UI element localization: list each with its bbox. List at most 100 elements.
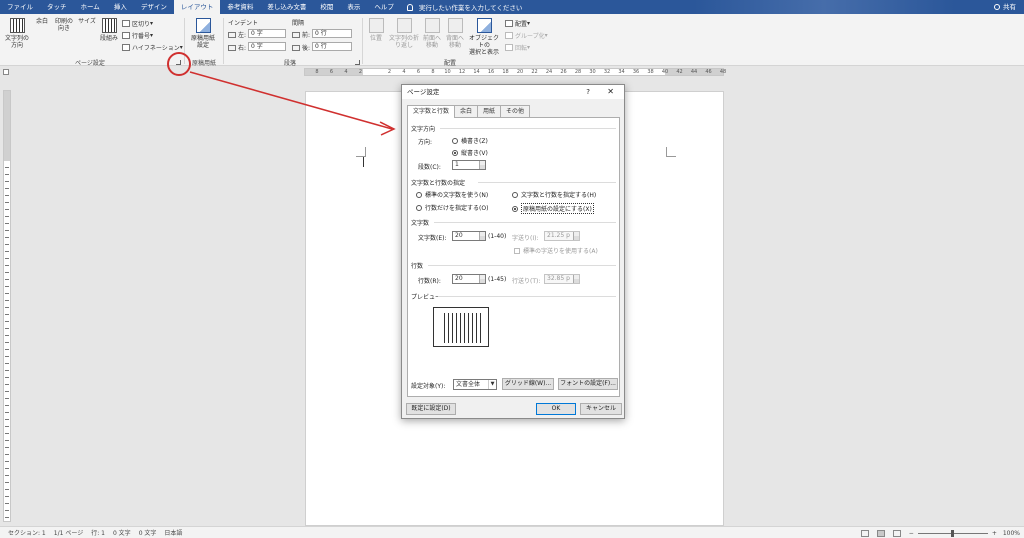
zoom-level[interactable]: 100% [1003, 530, 1020, 537]
align-button[interactable]: 配置 ▾ [505, 19, 530, 28]
position-button[interactable]: 位置 [366, 18, 386, 42]
line-numbers-button[interactable]: 行番号 ▾ [122, 31, 153, 40]
tab-other[interactable]: その他 [500, 105, 531, 117]
wrap-text-label: 文字列の折 り返し [388, 35, 419, 49]
radio-grid-standard[interactable]: 標準の文字数を使う(N) [416, 190, 488, 199]
group-button[interactable]: グループ化 ▾ [505, 31, 548, 40]
tab-insert[interactable]: 挿入 [107, 0, 134, 14]
char-pitch-input[interactable]: 21.25 p [544, 231, 580, 241]
tab-view[interactable]: 表示 [340, 0, 367, 14]
rotate-dropdown-icon: ▾ [527, 44, 531, 51]
set-default-button[interactable]: 既定に設定(D) [406, 403, 456, 415]
radio-grid-genko[interactable]: 原稿用紙の設定にする(X) [512, 203, 594, 214]
tab-touch[interactable]: タッチ [40, 0, 74, 14]
zoom-slider-knob[interactable] [950, 529, 954, 537]
status-chars-2[interactable]: 0 文字 [139, 528, 157, 537]
tab-review[interactable]: 校閲 [313, 0, 340, 14]
tab-file[interactable]: ファイル [0, 0, 40, 14]
spacing-before-input[interactable]: 0 行 [312, 29, 352, 38]
tab-layout[interactable]: レイアウト [173, 0, 221, 14]
status-line[interactable]: 行: 1 [91, 528, 105, 537]
radio-dot [512, 205, 518, 212]
tab-selector-icon[interactable] [3, 69, 9, 75]
tab-chars-lines[interactable]: 文字数と行数 [407, 105, 456, 118]
status-section[interactable]: セクション: 1 [8, 528, 46, 537]
apply-to-select[interactable]: 文書全体 ▼ [453, 379, 497, 390]
spinner-icon[interactable] [479, 232, 485, 240]
ruler-number: 12 [458, 69, 466, 75]
web-layout-icon[interactable] [892, 529, 901, 537]
tab-mailings[interactable]: 差し込み文書 [260, 0, 313, 14]
ruler-number: 14 [473, 69, 480, 75]
columns-button[interactable]: 段組み [98, 18, 120, 42]
status-page[interactable]: 1/1 ページ [54, 528, 83, 537]
status-language[interactable]: 日本語 [164, 528, 182, 537]
ok-button[interactable]: OK [536, 403, 576, 415]
breaks-button[interactable]: 区切り ▾ [122, 19, 153, 28]
ruler-number: 34 [618, 69, 625, 75]
cancel-button[interactable]: キャンセル [580, 403, 622, 415]
tab-margins[interactable]: 余白 [454, 105, 479, 117]
selection-pane-button[interactable]: オブジェクトの 選択と表示 [467, 18, 501, 56]
default-pitch-checkbox[interactable]: 標準の字送りを使用する(A) [514, 246, 598, 255]
page-setup-dialog: ページ設定 ? ✕ 文字数と行数 余白 用紙 その他 文字方向 方向: 横書き(… [401, 84, 625, 419]
genko-settings-button[interactable]: 原稿用紙 設定 [188, 18, 218, 49]
margins-label: 余白 [35, 18, 48, 25]
print-layout-icon[interactable] [876, 529, 885, 537]
radio-grid-chars-lines[interactable]: 文字数と行数を指定する(H) [512, 190, 596, 199]
font-settings-button[interactable]: フォントの設定(F)... [558, 378, 618, 390]
apply-to-label: 設定対象(Y): [411, 383, 446, 390]
ruler-row: 8 6 4 2 2 4 6 8 10 12 14 16 18 20 22 24 26 28 30 32 34 36 38 40… [0, 66, 1024, 78]
tell-me-text: 実行したい作業を入力してください [418, 4, 523, 12]
tell-me-box[interactable]: 実行したい作業を入力してください [406, 2, 523, 12]
zoom-out-icon[interactable]: − [909, 530, 914, 537]
radio-horizontal[interactable]: 横書き(Z) [452, 136, 488, 145]
tab-paper[interactable]: 用紙 [477, 105, 502, 117]
spacing-before-icon [292, 31, 300, 38]
horizontal-ruler[interactable]: 8 6 4 2 2 4 6 8 10 12 14 16 18 20 22 24 26 28 30 32 34 36 38 40… [304, 68, 726, 76]
tab-references[interactable]: 参考資料 [220, 0, 260, 14]
line-pitch-input[interactable]: 32.85 p [544, 274, 580, 284]
hyphenation-button[interactable]: ハイフネーション ▾ [122, 43, 183, 52]
spinner-icon[interactable] [573, 232, 579, 240]
vertical-ruler[interactable] [3, 90, 11, 522]
lines-input[interactable]: 20 [452, 274, 486, 284]
radio-vertical[interactable]: 縦書き(V) [452, 148, 488, 157]
wrap-text-button[interactable]: 文字列の折 り返し [388, 18, 420, 49]
columns-count-label: 段数(C): [418, 164, 441, 171]
spacing-after-input[interactable]: 0 行 [312, 42, 352, 51]
zoom-in-icon[interactable]: + [992, 530, 997, 537]
spinner-icon[interactable] [479, 161, 485, 169]
tab-home[interactable]: ホーム [74, 0, 107, 14]
text-direction-button[interactable]: 文字列の 方向 [3, 18, 31, 49]
help-button[interactable]: ? [586, 85, 590, 99]
zoom-slider[interactable] [917, 529, 988, 537]
bring-forward-button[interactable]: 前面へ 移動 [421, 18, 443, 49]
send-backward-button[interactable]: 背面へ 移動 [444, 18, 466, 49]
status-chars[interactable]: 0 文字 [113, 528, 131, 537]
tab-help[interactable]: ヘルプ [367, 0, 401, 14]
indent-left-input[interactable]: 0 字 [248, 29, 286, 38]
share-button[interactable]: 共有 [994, 0, 1016, 14]
spinner-icon[interactable] [573, 275, 579, 283]
read-mode-icon[interactable] [860, 529, 869, 537]
paragraph-launcher-icon[interactable] [355, 60, 360, 65]
tab-design[interactable]: デザイン [134, 0, 174, 14]
grid-lines-button[interactable]: グリッド線(W)... [502, 378, 554, 390]
section-divider [440, 128, 616, 129]
breaks-label: 区切り [132, 21, 151, 28]
indent-right-input[interactable]: 0 字 [248, 42, 286, 51]
orientation-button[interactable]: 印刷の 向き [53, 18, 373, 124]
ruler-number: 4 [344, 69, 348, 75]
chevron-down-icon: ▼ [488, 380, 496, 389]
columns-count-input[interactable]: 1 [452, 160, 486, 170]
spinner-icon[interactable] [479, 275, 485, 283]
ruler-number: 44 [690, 69, 698, 75]
chars-input[interactable]: 20 [452, 231, 486, 241]
radio-grid-lines-only[interactable]: 行数だけを指定する(O) [416, 203, 488, 212]
rotate-button[interactable]: 回転 ▾ [505, 43, 530, 52]
margins-button[interactable]: 余白 [33, 18, 353, 124]
close-icon[interactable]: ✕ [607, 85, 614, 99]
hyphenation-label: ハイフネーション [132, 45, 180, 52]
size-button[interactable]: サイズ [77, 18, 397, 124]
